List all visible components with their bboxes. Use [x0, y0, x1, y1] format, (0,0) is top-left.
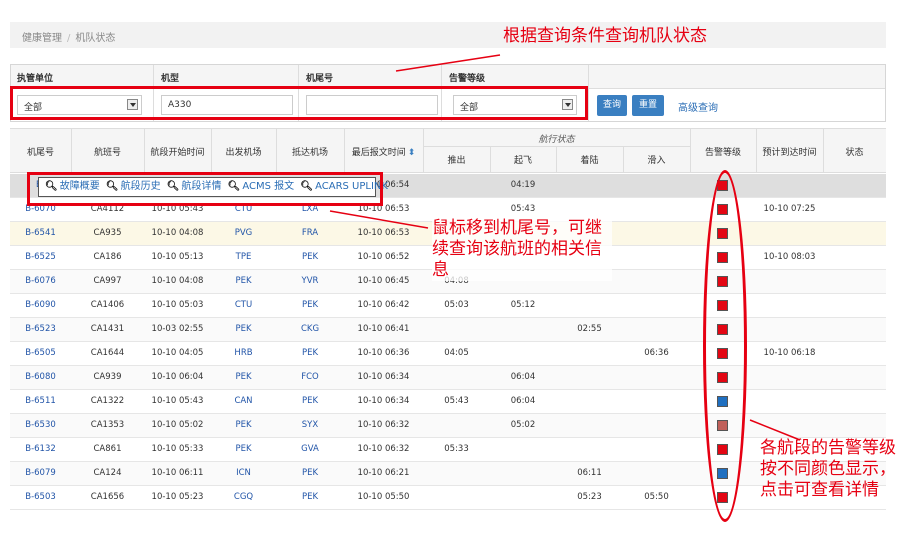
arrow-line-top	[395, 54, 501, 72]
annotation-top: 根据查询条件查询机队状态	[503, 26, 707, 46]
arrow-line-middle	[329, 210, 429, 229]
annotation-right: 各航段的告警等级按不同颜色显示，点击可查看详情	[760, 438, 896, 500]
arrow-line-right	[749, 419, 801, 441]
annotation-middle: 鼠标移到机尾号，可继续查询该航班的相关信息	[432, 218, 612, 281]
